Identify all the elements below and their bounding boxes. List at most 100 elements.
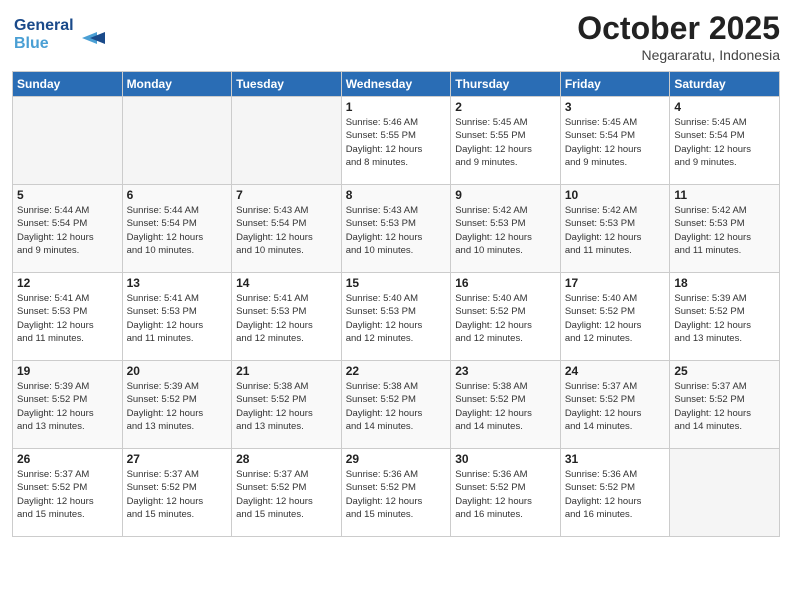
day-info: Sunrise: 5:42 AM Sunset: 5:53 PM Dayligh… [674,204,775,257]
calendar-cell-1-5: 10Sunrise: 5:42 AM Sunset: 5:53 PM Dayli… [560,185,670,273]
day-number: 12 [17,276,118,290]
calendar-cell-4-4: 30 Sunrise: 5:36 AM Sunset: 5:52 PM Dayli… [451,449,561,537]
day-info: Sunrise: 5:41 AM Sunset: 5:53 PM Dayligh… [127,292,228,345]
calendar-cell-2-6: 18Sunrise: 5:39 AM Sunset: 5:52 PM Dayli… [670,273,780,361]
calendar-cell-3-6: 25 Sunrise: 5:37 AM Sunset: 5:52 PM Dayli… [670,361,780,449]
header-monday: Monday [122,72,232,97]
day-number: 26 [17,452,118,466]
day-number: 2 [455,100,556,114]
calendar-cell-0-2 [232,97,342,185]
day-number: 3 [565,100,666,114]
calendar-cell-0-6: 4 Sunrise: 5:45 AM Sunset: 5:54 PM Daylig… [670,97,780,185]
day-number: 21 [236,364,337,378]
day-info: Sunrise: 5:41 AM Sunset: 5:53 PM Dayligh… [236,292,337,345]
day-info: Sunrise: 5:36 AM Sunset: 5:52 PM Dayligh… [346,468,447,521]
week-row-1: 1 Sunrise: 5:46 AM Sunset: 5:55 PM Daylig… [13,97,780,185]
page-header: General Blue October 2025 Negararatu, In… [12,10,780,63]
day-info: Sunrise: 5:46 AM Sunset: 5:55 PM Dayligh… [346,116,447,169]
svg-text:General: General [14,17,74,34]
weekday-header-row: Sunday Monday Tuesday Wednesday Thursday… [13,72,780,97]
day-info: Sunrise: 5:40 AM Sunset: 5:52 PM Dayligh… [455,292,556,345]
day-info: Sunrise: 5:45 AM Sunset: 5:54 PM Dayligh… [565,116,666,169]
day-number: 24 [565,364,666,378]
day-info: Sunrise: 5:39 AM Sunset: 5:52 PM Dayligh… [127,380,228,433]
day-number: 17 [565,276,666,290]
calendar-cell-4-1: 27 Sunrise: 5:37 AM Sunset: 5:52 PM Dayli… [122,449,232,537]
day-number: 15 [346,276,447,290]
calendar-cell-4-5: 31Sunrise: 5:36 AM Sunset: 5:52 PM Dayli… [560,449,670,537]
header-friday: Friday [560,72,670,97]
calendar-cell-2-5: 17 Sunrise: 5:40 AM Sunset: 5:52 PM Dayli… [560,273,670,361]
week-row-3: 12 Sunrise: 5:41 AM Sunset: 5:53 PM Dayli… [13,273,780,361]
day-info: Sunrise: 5:39 AM Sunset: 5:52 PM Dayligh… [674,292,775,345]
calendar-cell-1-3: 8 Sunrise: 5:43 AM Sunset: 5:53 PM Daylig… [341,185,451,273]
day-number: 22 [346,364,447,378]
day-number: 13 [127,276,228,290]
calendar-cell-3-5: 24 Sunrise: 5:37 AM Sunset: 5:52 PM Dayli… [560,361,670,449]
calendar-cell-1-4: 9 Sunrise: 5:42 AM Sunset: 5:53 PM Daylig… [451,185,561,273]
day-number: 8 [346,188,447,202]
calendar-cell-4-3: 29Sunrise: 5:36 AM Sunset: 5:52 PM Dayli… [341,449,451,537]
calendar-cell-1-6: 11 Sunrise: 5:42 AM Sunset: 5:53 PM Dayli… [670,185,780,273]
day-info: Sunrise: 5:40 AM Sunset: 5:52 PM Dayligh… [565,292,666,345]
svg-text:Blue: Blue [14,35,49,52]
logo-svg: General Blue [12,10,122,55]
day-info: Sunrise: 5:37 AM Sunset: 5:52 PM Dayligh… [565,380,666,433]
day-info: Sunrise: 5:36 AM Sunset: 5:52 PM Dayligh… [455,468,556,521]
header-saturday: Saturday [670,72,780,97]
calendar-cell-0-1 [122,97,232,185]
calendar-cell-2-1: 13 Sunrise: 5:41 AM Sunset: 5:53 PM Dayli… [122,273,232,361]
day-info: Sunrise: 5:39 AM Sunset: 5:52 PM Dayligh… [17,380,118,433]
day-info: Sunrise: 5:38 AM Sunset: 5:52 PM Dayligh… [236,380,337,433]
week-row-4: 19Sunrise: 5:39 AM Sunset: 5:52 PM Dayli… [13,361,780,449]
day-number: 23 [455,364,556,378]
day-info: Sunrise: 5:41 AM Sunset: 5:53 PM Dayligh… [17,292,118,345]
title-block: October 2025 Negararatu, Indonesia [577,10,780,63]
day-number: 14 [236,276,337,290]
calendar-cell-1-1: 6 Sunrise: 5:44 AM Sunset: 5:54 PM Daylig… [122,185,232,273]
day-number: 5 [17,188,118,202]
calendar-cell-4-2: 28Sunrise: 5:37 AM Sunset: 5:52 PM Dayli… [232,449,342,537]
logo: General Blue [12,10,122,60]
day-number: 27 [127,452,228,466]
calendar-cell-2-3: 15 Sunrise: 5:40 AM Sunset: 5:53 PM Dayli… [341,273,451,361]
day-number: 28 [236,452,337,466]
calendar-table: Sunday Monday Tuesday Wednesday Thursday… [12,71,780,537]
week-row-5: 26 Sunrise: 5:37 AM Sunset: 5:52 PM Dayli… [13,449,780,537]
day-number: 6 [127,188,228,202]
day-info: Sunrise: 5:43 AM Sunset: 5:54 PM Dayligh… [236,204,337,257]
header-sunday: Sunday [13,72,123,97]
header-thursday: Thursday [451,72,561,97]
calendar-cell-1-0: 5Sunrise: 5:44 AM Sunset: 5:54 PM Daylig… [13,185,123,273]
day-info: Sunrise: 5:45 AM Sunset: 5:55 PM Dayligh… [455,116,556,169]
day-number: 9 [455,188,556,202]
day-number: 25 [674,364,775,378]
day-number: 20 [127,364,228,378]
day-number: 1 [346,100,447,114]
day-info: Sunrise: 5:40 AM Sunset: 5:53 PM Dayligh… [346,292,447,345]
day-number: 7 [236,188,337,202]
day-info: Sunrise: 5:37 AM Sunset: 5:52 PM Dayligh… [127,468,228,521]
location-subtitle: Negararatu, Indonesia [577,47,780,63]
day-info: Sunrise: 5:43 AM Sunset: 5:53 PM Dayligh… [346,204,447,257]
day-info: Sunrise: 5:37 AM Sunset: 5:52 PM Dayligh… [674,380,775,433]
day-info: Sunrise: 5:45 AM Sunset: 5:54 PM Dayligh… [674,116,775,169]
header-tuesday: Tuesday [232,72,342,97]
calendar-cell-4-0: 26Sunrise: 5:37 AM Sunset: 5:52 PM Dayli… [13,449,123,537]
day-info: Sunrise: 5:38 AM Sunset: 5:52 PM Dayligh… [346,380,447,433]
calendar-cell-0-3: 1 Sunrise: 5:46 AM Sunset: 5:55 PM Daylig… [341,97,451,185]
day-info: Sunrise: 5:36 AM Sunset: 5:52 PM Dayligh… [565,468,666,521]
day-info: Sunrise: 5:38 AM Sunset: 5:52 PM Dayligh… [455,380,556,433]
calendar-cell-4-6 [670,449,780,537]
calendar-cell-1-2: 7 Sunrise: 5:43 AM Sunset: 5:54 PM Daylig… [232,185,342,273]
day-info: Sunrise: 5:42 AM Sunset: 5:53 PM Dayligh… [565,204,666,257]
day-info: Sunrise: 5:42 AM Sunset: 5:53 PM Dayligh… [455,204,556,257]
calendar-cell-2-2: 14 Sunrise: 5:41 AM Sunset: 5:53 PM Dayli… [232,273,342,361]
day-number: 4 [674,100,775,114]
day-number: 11 [674,188,775,202]
month-year-title: October 2025 [577,10,780,47]
day-number: 30 [455,452,556,466]
page-container: General Blue October 2025 Negararatu, In… [0,0,792,612]
header-wednesday: Wednesday [341,72,451,97]
day-info: Sunrise: 5:44 AM Sunset: 5:54 PM Dayligh… [127,204,228,257]
